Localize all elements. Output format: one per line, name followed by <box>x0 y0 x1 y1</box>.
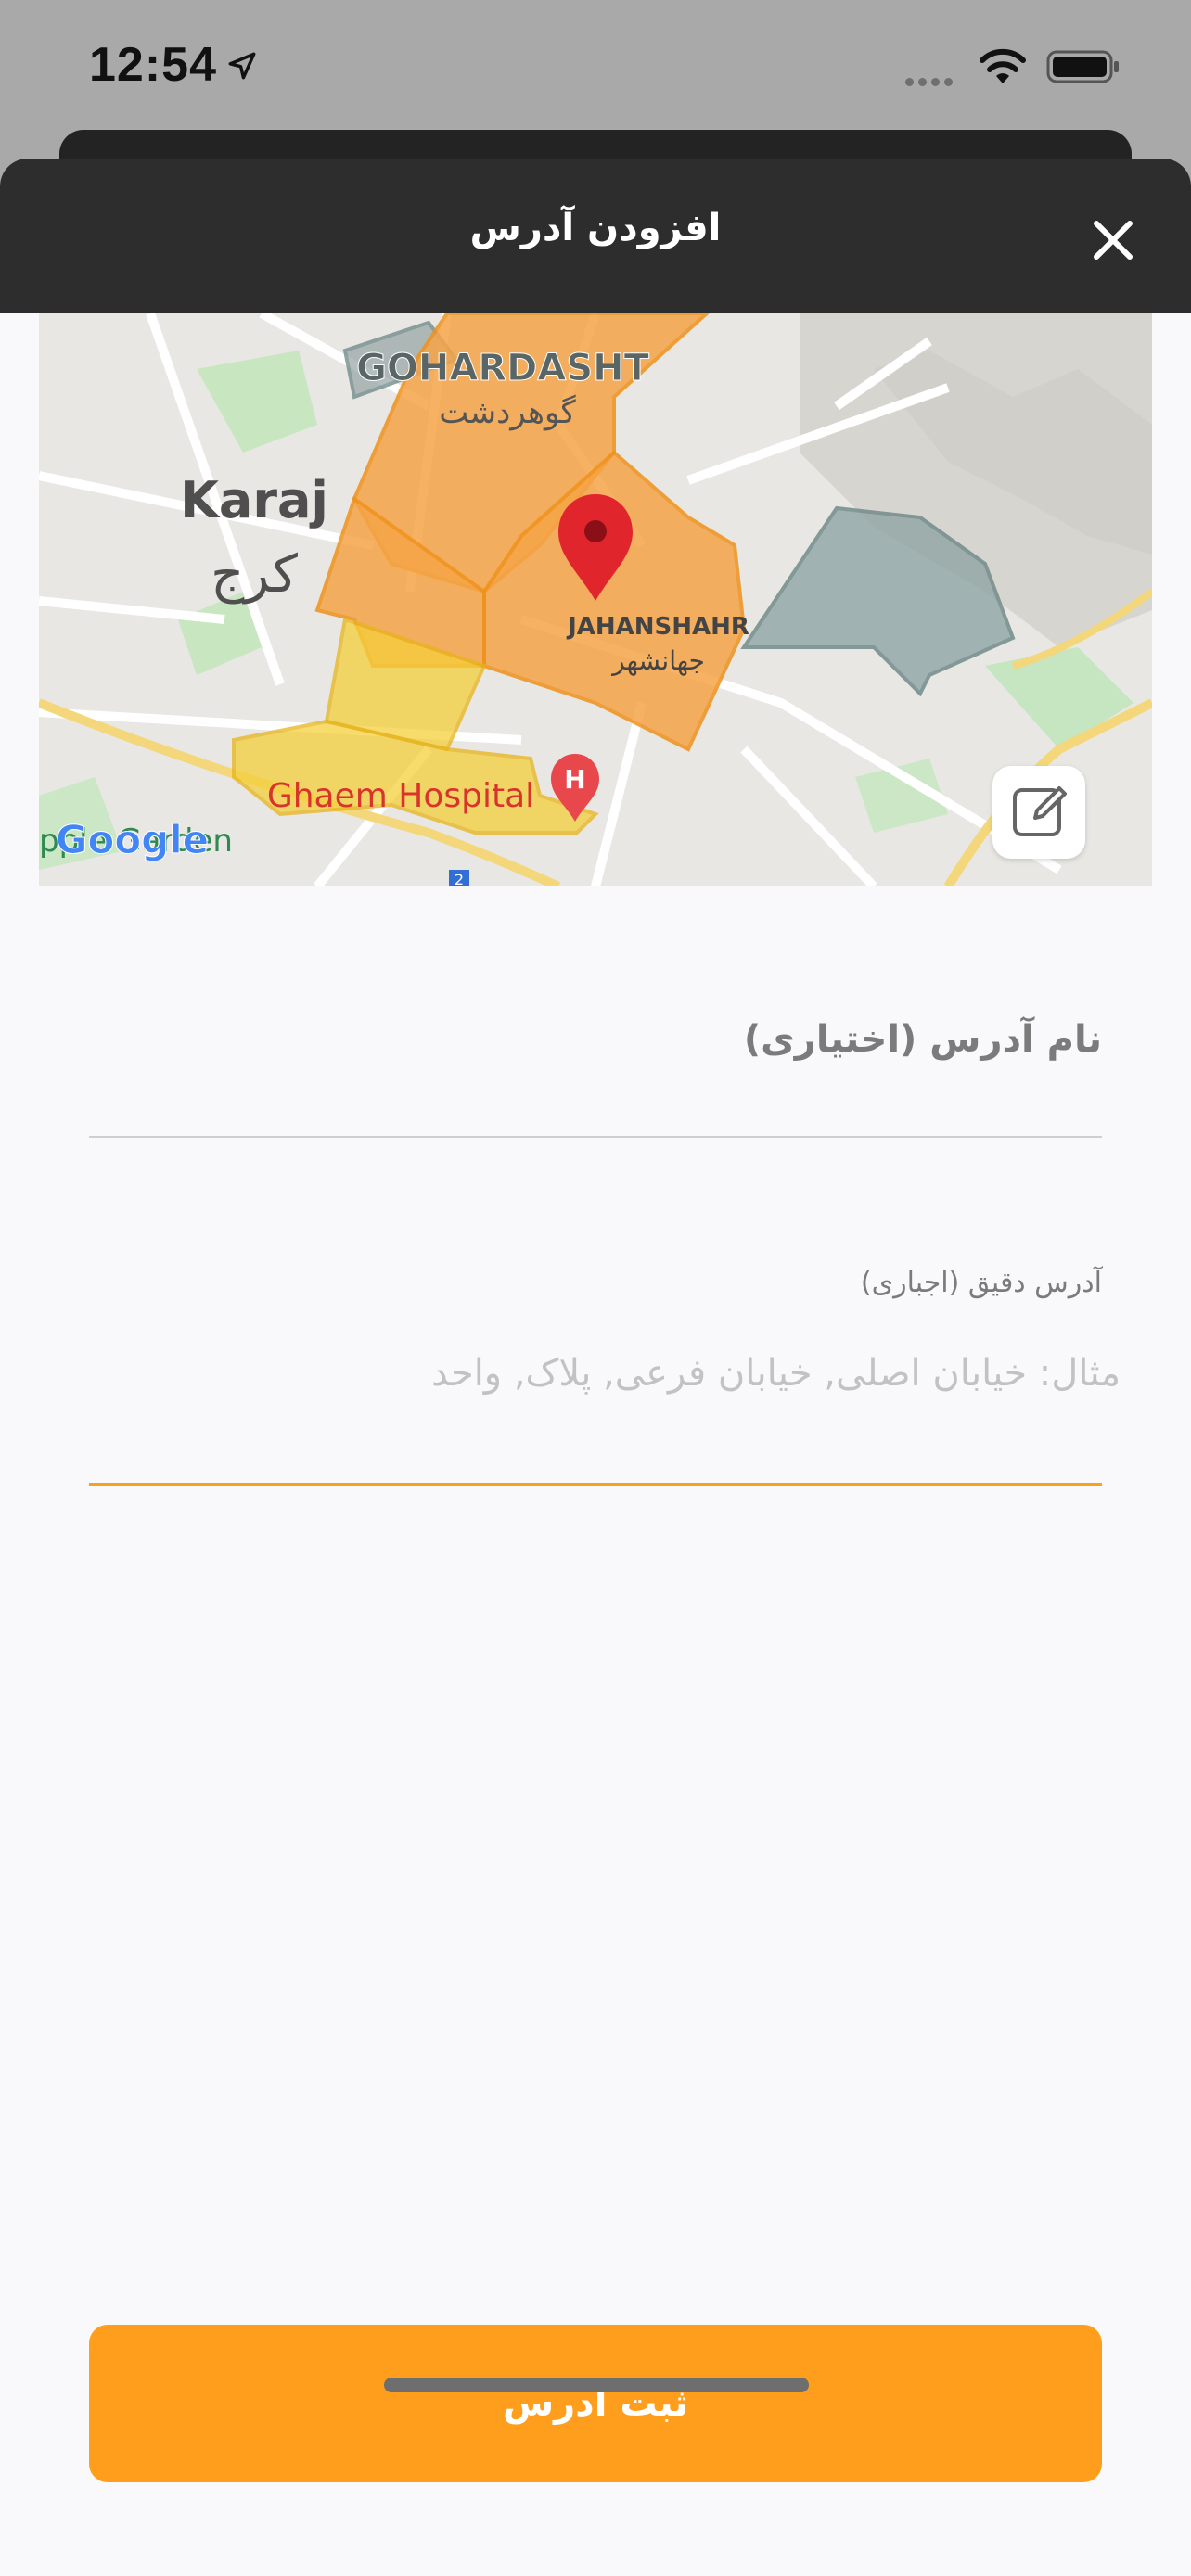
home-indicator[interactable] <box>384 2378 809 2392</box>
page-title: افزودن آدرس <box>469 207 722 249</box>
exact-address-input[interactable] <box>89 1336 1121 1410</box>
location-arrow-icon <box>228 52 256 80</box>
cellular-signal-icon <box>905 72 957 90</box>
exact-address-underline <box>89 1483 1102 1486</box>
exact-address-label: آدرس دقیق (اجباری) <box>860 1267 1102 1299</box>
map-label-jahanshahr-fa: جهانشهر <box>610 645 705 676</box>
sheet-header: افزودن آدرس <box>0 159 1191 313</box>
close-icon[interactable] <box>1083 210 1143 270</box>
map-view[interactable]: H 2 GOHARDASHT گوهردشت Karaj کرج JAHANSH… <box>39 313 1152 886</box>
status-bar: 12:54 <box>0 0 1191 139</box>
status-time: 12:54 <box>89 38 217 92</box>
map-label-karaj-en: Karaj <box>180 471 328 529</box>
address-name-label[interactable]: نام آدرس (اختیاری) <box>89 1018 1102 1061</box>
edit-icon <box>1013 786 1067 836</box>
wifi-icon <box>980 48 1026 83</box>
map-canvas: H 2 GOHARDASHT گوهردشت Karaj کرج JAHANSH… <box>39 313 1152 886</box>
map-label-jahanshahr-en: JAHANSHAHR <box>566 613 749 641</box>
map-label-gohardasht-en: GOHARDASHT <box>356 347 650 389</box>
edit-map-button[interactable] <box>992 766 1085 859</box>
battery-icon <box>1046 50 1119 83</box>
map-label-gohardasht-fa: گوهردشت <box>439 394 576 431</box>
map-label-karaj-fa: کرج <box>211 544 298 605</box>
map-label-hospital: Ghaem Hospital <box>267 777 534 815</box>
address-name-underline <box>89 1136 1102 1138</box>
route-badge-label: 2 <box>455 871 464 886</box>
map-label-hospital-icon: H <box>564 764 585 795</box>
add-address-sheet: افزودن آدرس H 2 GOHARDASHT گوهردشت Karaj… <box>0 159 1191 2576</box>
submit-address-button[interactable]: ثبت آدرس <box>89 2325 1102 2482</box>
google-logo: Google <box>56 817 209 862</box>
